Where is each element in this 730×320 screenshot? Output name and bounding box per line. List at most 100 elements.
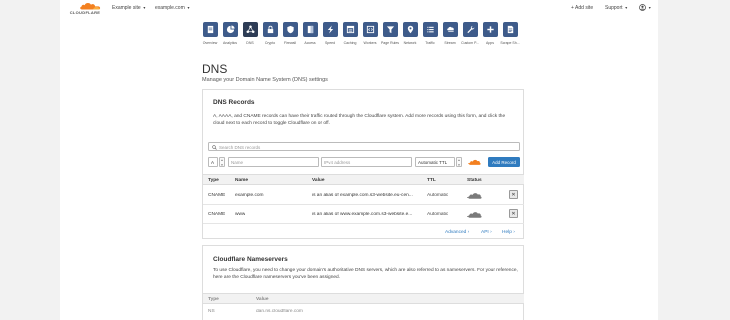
proxy-status-cloud-icon[interactable] xyxy=(467,210,482,219)
column-header-value: Value xyxy=(312,178,325,183)
nav-label: Page Rules xyxy=(380,41,400,45)
nav-custom-pages[interactable]: Custom P... xyxy=(460,22,480,45)
advanced-link[interactable]: Advanced › xyxy=(445,230,469,235)
nav-dns[interactable]: DNS xyxy=(240,22,260,45)
cloudflare-logo[interactable]: CLOUDFLARE xyxy=(68,2,102,15)
nav-label: Traffic xyxy=(425,41,435,45)
list-icon xyxy=(426,26,434,33)
nameservers-card: Cloudflare Nameservers To use Cloudflare… xyxy=(202,245,524,320)
help-link[interactable]: Help › xyxy=(502,230,515,235)
ip-address-field[interactable] xyxy=(324,158,411,167)
support-menu[interactable]: Support ▼ xyxy=(605,5,628,11)
record-name[interactable]: example.com xyxy=(235,193,264,198)
nav-access[interactable]: Access xyxy=(300,22,320,45)
ttl-value: Automatic TTL xyxy=(418,160,448,165)
api-link[interactable]: API › xyxy=(481,230,492,235)
ttl-select[interactable]: Automatic TTL xyxy=(415,157,455,167)
nav-scrape-shield[interactable]: Scrape Sh... xyxy=(500,22,520,45)
add-site-link[interactable]: + Add site xyxy=(571,5,593,11)
page-subtitle: Manage your Domain Name System (DNS) set… xyxy=(202,77,328,83)
nav-label: Speed xyxy=(324,41,336,45)
nav-label: Scrape Sh... xyxy=(500,41,520,45)
column-header-name: Name xyxy=(235,178,249,183)
record-value[interactable]: is an alias of www.example.com.s3-websit… xyxy=(312,212,420,217)
proxy-toggle-cloud-icon[interactable] xyxy=(468,158,481,166)
proxy-status-cloud-icon[interactable] xyxy=(467,191,482,200)
nameservers-table-header: Type Value xyxy=(203,293,524,304)
stream-icon xyxy=(446,26,454,33)
overview-icon xyxy=(207,25,213,34)
document-icon xyxy=(507,25,513,34)
table-row: NS dan.ns.cloudflare.com xyxy=(203,304,524,318)
column-header-status: Status xyxy=(467,178,482,183)
nav-crypto[interactable]: Crypto xyxy=(260,22,280,45)
add-record-button[interactable]: Add Record xyxy=(488,157,520,167)
support-label: Support xyxy=(605,5,623,11)
nav-caching[interactable]: Caching xyxy=(340,22,360,45)
nav-overview[interactable]: Overview xyxy=(200,22,220,45)
ttl-stepper[interactable]: ▲ ▼ xyxy=(456,157,462,167)
nav-traffic[interactable]: Traffic xyxy=(420,22,440,45)
nav-network[interactable]: Network xyxy=(400,22,420,45)
record-ttl[interactable]: Automatic xyxy=(427,212,448,217)
top-bar: CLOUDFLARE Example site ▼ example.com ▼ + … xyxy=(60,0,658,16)
chevron-up-icon: ▲ xyxy=(457,158,461,162)
card-description: A, AAAA, and CNAME records can have thei… xyxy=(213,114,506,126)
plus-icon xyxy=(486,26,494,33)
record-value[interactable]: is an alias of example.com.s3-website.eu… xyxy=(312,193,420,198)
chevron-down-icon: ▼ xyxy=(624,6,628,10)
user-icon xyxy=(639,4,646,11)
record-name[interactable]: www xyxy=(235,212,245,217)
nav-page-rules[interactable]: Page Rules xyxy=(380,22,400,45)
nav-label: Access xyxy=(304,41,316,45)
dns-records-card: DNS Records A, AAAA, and CNAME records c… xyxy=(202,89,524,239)
nav-label: DNS xyxy=(246,41,254,45)
nav-label: Overview xyxy=(202,41,218,45)
nav-stream[interactable]: Stream xyxy=(440,22,460,45)
search-input[interactable] xyxy=(219,143,514,151)
location-icon xyxy=(407,25,413,34)
nav-firewall[interactable]: Firewall xyxy=(280,22,300,45)
nav-label: Firewall xyxy=(283,41,297,45)
table-row: CNAME www is an alias of www.example.com… xyxy=(203,205,524,224)
nav-label: Apps xyxy=(486,41,494,45)
name-field-wrap xyxy=(228,157,319,167)
analytics-icon xyxy=(226,25,235,34)
record-type-stepper[interactable]: ▲ ▼ xyxy=(219,157,225,167)
record-ttl[interactable]: Automatic xyxy=(427,193,448,198)
nav-apps[interactable]: Apps xyxy=(480,22,500,45)
nav-label: Custom P... xyxy=(461,41,479,45)
ip-field-wrap xyxy=(321,157,412,167)
domain-name: example.com xyxy=(155,5,185,11)
record-type-value: A xyxy=(211,160,215,165)
table-row: CNAME example.com is an alias of example… xyxy=(203,186,524,205)
record-type-select[interactable]: A xyxy=(208,157,218,167)
nav-label: Analytics xyxy=(222,41,237,45)
access-icon xyxy=(307,25,313,34)
account-select[interactable]: Example site ▼ xyxy=(112,5,146,11)
nav-speed[interactable]: Speed xyxy=(320,22,340,45)
domain-select[interactable]: example.com ▼ xyxy=(155,5,190,11)
nav-workers[interactable]: Workers xyxy=(360,22,380,45)
nameserver-type: NS xyxy=(208,309,215,314)
user-menu[interactable]: ▼ xyxy=(639,4,651,11)
page-title: DNS xyxy=(202,62,228,76)
nav-analytics[interactable]: Analytics xyxy=(220,22,240,45)
logo-text: CLOUDFLARE xyxy=(69,10,101,15)
shield-icon xyxy=(286,25,294,34)
wrench-icon xyxy=(466,25,474,34)
name-field[interactable] xyxy=(231,158,318,167)
search-icon xyxy=(212,145,217,150)
delete-record-button[interactable]: ✕ xyxy=(509,190,518,199)
add-record-form: A ▲▼ Automatic TTL ▲▼ Add Record xyxy=(208,157,520,167)
workers-icon xyxy=(366,25,374,34)
cloudflare-cloud-icon xyxy=(80,3,101,10)
column-header-ttl: TTL xyxy=(427,178,436,183)
delete-record-button[interactable]: ✕ xyxy=(509,209,518,218)
nav-label: Workers xyxy=(363,41,377,45)
chevron-up-icon: ▲ xyxy=(220,158,224,162)
caching-icon xyxy=(346,25,354,34)
chevron-down-icon: ▼ xyxy=(648,5,652,10)
record-type: CNAME xyxy=(208,193,226,198)
column-header-type: Type xyxy=(208,297,219,302)
